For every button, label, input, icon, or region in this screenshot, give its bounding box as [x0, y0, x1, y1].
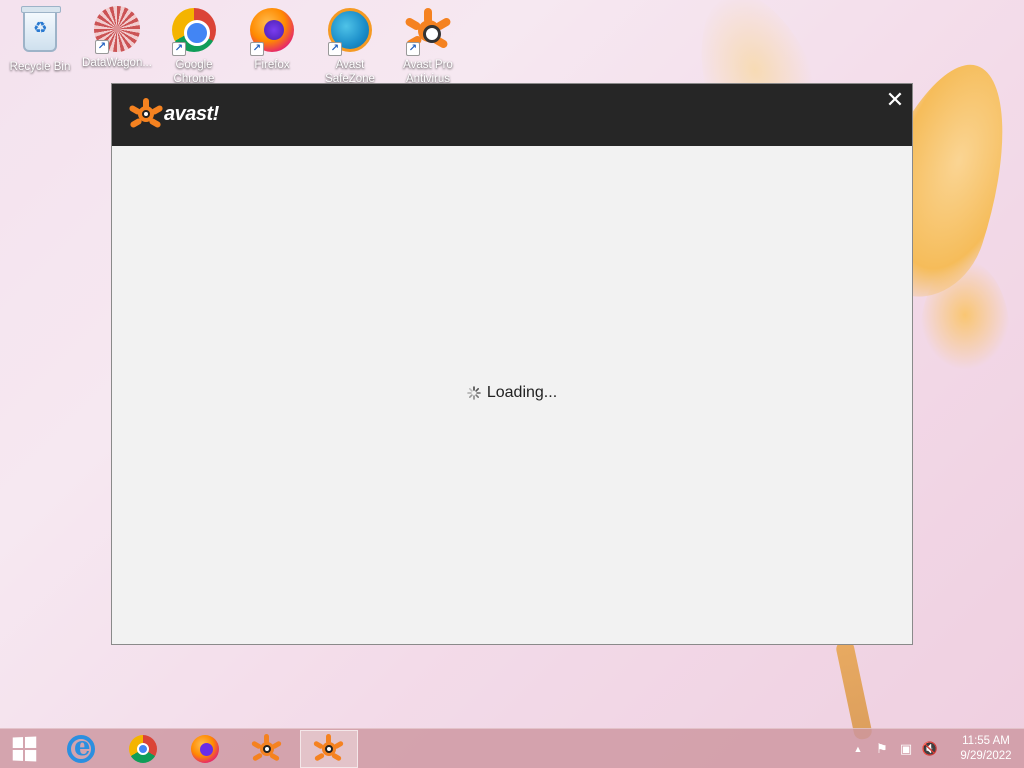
- dialog-header[interactable]: avast! ✕: [112, 84, 912, 146]
- show-hidden-icons-chevron-icon[interactable]: ▲: [847, 739, 869, 759]
- desktop-icon-label: Avast SafeZone: [325, 59, 375, 85]
- desktop-icon-label: Avast Pro Antivirus: [403, 59, 453, 85]
- shortcut-arrow-icon: ↗: [328, 42, 342, 56]
- wallpaper-stem: [834, 639, 874, 741]
- windows-start-icon: [12, 736, 37, 762]
- desktop-icon-label: DataWagon...: [82, 57, 152, 69]
- shortcut-arrow-icon: ↗: [172, 42, 186, 56]
- clock-time: 11:55 AM: [962, 735, 1010, 747]
- internet-explorer-icon: [67, 732, 95, 763]
- taskbar-avast-active[interactable]: [300, 730, 358, 768]
- desktop-icon-label: Recycle Bin: [9, 61, 71, 73]
- loading-spinner-icon: [467, 386, 481, 400]
- avast-icon: [250, 734, 283, 764]
- datawagon-icon: ↗: [93, 6, 141, 54]
- taskbar-firefox[interactable]: [176, 730, 234, 768]
- desktop-icon-label: Google Chrome: [173, 59, 215, 85]
- avast-icon: [312, 734, 345, 764]
- volume-muted-icon[interactable]: 🔇: [919, 739, 941, 759]
- taskbar-avast[interactable]: [238, 730, 296, 768]
- network-icon[interactable]: ▣: [895, 739, 917, 759]
- loading-text: Loading...: [486, 384, 558, 401]
- shortcut-arrow-icon: ↗: [95, 40, 109, 54]
- chrome-icon: [129, 735, 157, 763]
- avast-logo-icon: [128, 98, 164, 130]
- avast-safezone-icon: ↗: [326, 8, 374, 56]
- desktop-icon-recycle-bin[interactable]: ♻ Recycle Bin: [2, 6, 78, 88]
- chrome-icon: ↗: [170, 8, 218, 56]
- taskbar-internet-explorer[interactable]: [52, 730, 110, 768]
- firefox-icon: ↗: [248, 8, 296, 56]
- desktop-icon-datawagon[interactable]: ↗ DataWagon...: [79, 6, 155, 84]
- desktop-icon-google-chrome[interactable]: ↗ Google Chrome: [156, 6, 232, 86]
- taskbar: ▲ ⚑ ▣ 🔇 11:55 AM 9/29/2022: [0, 728, 1024, 768]
- clock[interactable]: 11:55 AM 9/29/2022: [948, 734, 1024, 764]
- clock-date: 9/29/2022: [960, 750, 1012, 762]
- system-tray: ▲ ⚑ ▣ 🔇 11:55 AM 9/29/2022: [846, 729, 1024, 768]
- taskbar-chrome[interactable]: [114, 730, 172, 768]
- recycle-bin-icon: ♻: [16, 6, 64, 58]
- desktop-icon-avast-pro-antivirus[interactable]: ↗ Avast Pro Antivirus: [390, 6, 466, 86]
- shortcut-arrow-icon: ↗: [406, 42, 420, 56]
- start-button[interactable]: [0, 730, 48, 768]
- desktop-icon-firefox[interactable]: ↗ Firefox: [234, 6, 310, 86]
- close-button[interactable]: ✕: [884, 89, 906, 112]
- loading-indicator: Loading...: [112, 384, 912, 402]
- shortcut-arrow-icon: ↗: [250, 42, 264, 56]
- avast-icon: ↗: [404, 8, 452, 56]
- avast-logo: avast!: [128, 98, 219, 130]
- avast-logo-text: avast!: [164, 102, 219, 125]
- desktop-icon-label: Firefox: [254, 59, 290, 71]
- avast-dialog: avast! ✕ Loading...: [111, 83, 913, 645]
- firefox-icon: [191, 735, 219, 763]
- action-center-flag-icon[interactable]: ⚑: [871, 739, 893, 759]
- desktop-icon-avast-safezone[interactable]: ↗ Avast SafeZone: [312, 6, 388, 86]
